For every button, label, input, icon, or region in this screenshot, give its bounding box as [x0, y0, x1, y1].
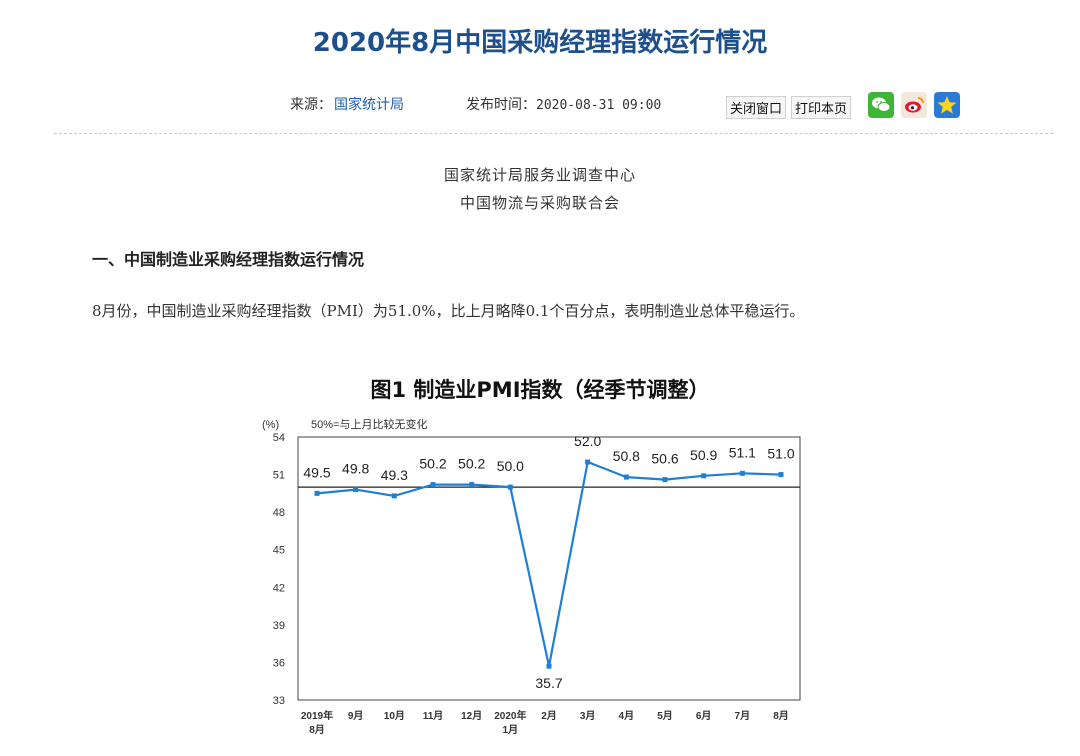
x-tick-label: 11月 [423, 710, 444, 722]
pmi-series-line [316, 460, 782, 667]
data-point [546, 663, 552, 669]
data-point [662, 477, 668, 483]
data-label: 51.1 [729, 444, 756, 460]
data-label: 51.0 [767, 446, 794, 462]
data-point [739, 470, 745, 476]
y-tick-label: 54 [273, 432, 285, 444]
data-label: 35.7 [535, 675, 562, 691]
data-label: 49.8 [342, 461, 369, 477]
x-tick-label: 2019年 [301, 709, 333, 722]
y-tick-label: 42 [273, 582, 285, 594]
x-tick-label: 10月 [384, 710, 405, 722]
data-point [585, 459, 591, 465]
x-tick-label: 8月 [773, 710, 789, 722]
data-label: 50.6 [651, 451, 678, 467]
x-tick-label: 1月 [503, 724, 519, 736]
data-point [623, 474, 629, 480]
x-tick-label: 6月 [696, 710, 712, 722]
x-tick-label: 2月 [541, 710, 557, 722]
y-tick-label: 33 [273, 695, 285, 707]
data-label: 50.8 [613, 448, 640, 464]
data-label: 52.0 [574, 433, 601, 449]
data-point [701, 473, 707, 479]
x-tick-label: 9月 [348, 710, 364, 722]
y-tick-label: 45 [273, 545, 285, 557]
pmi-line-chart: (%) 50%=与上月比较无变化 54 51 48 45 42 39 36 33 49.5 49.8 4… [262, 417, 801, 736]
x-tick-label: 4月 [619, 710, 635, 722]
x-tick-label: 7月 [735, 710, 751, 722]
x-tick-label: 8月 [309, 724, 325, 736]
data-label: 50.0 [497, 458, 524, 474]
data-point [469, 482, 475, 488]
x-tick-label: 3月 [580, 710, 596, 722]
x-tick-label: 2020年 [494, 709, 526, 722]
data-point [778, 472, 784, 478]
y-tick-label: 39 [273, 620, 285, 632]
data-label: 49.3 [381, 467, 408, 483]
data-label: 50.9 [690, 447, 717, 463]
x-tick-label: 5月 [657, 710, 673, 722]
unit-label: (%) [262, 419, 279, 431]
data-point [430, 482, 436, 488]
data-label: 49.5 [303, 464, 330, 480]
data-point [353, 487, 359, 493]
data-label: 50.2 [458, 456, 485, 472]
chart-note: 50%=与上月比较无变化 [311, 417, 427, 431]
data-point [391, 493, 397, 499]
data-point [314, 490, 320, 496]
y-tick-label: 51 [273, 470, 285, 482]
x-tick-label: 12月 [461, 710, 482, 722]
y-tick-label: 48 [273, 507, 285, 519]
data-point [507, 484, 513, 490]
y-tick-label: 36 [273, 657, 285, 669]
data-label: 50.2 [419, 456, 446, 472]
